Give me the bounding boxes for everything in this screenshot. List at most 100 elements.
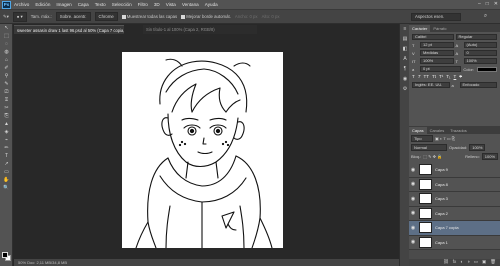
brush-tool-icon[interactable]: ✎ [0, 80, 13, 88]
gradient-tool-icon[interactable]: ⎘ [0, 112, 13, 120]
lasso-tool-icon[interactable]: ◌ [0, 40, 13, 48]
superscript-button[interactable]: T¹ [439, 74, 443, 79]
photoshop-logo: Ps [2, 0, 11, 9]
menu-texto[interactable]: Texto [95, 2, 106, 7]
baseline-field[interactable]: 0 pt [420, 66, 462, 72]
hand-tool-icon[interactable]: ✋ [0, 176, 13, 184]
new-group-icon[interactable]: ▭ [474, 259, 478, 266]
font-style-select[interactable]: Regular [455, 34, 497, 40]
tab-channels[interactable]: Canales [427, 127, 448, 134]
new-layer-icon[interactable]: ▣ [482, 259, 486, 266]
delete-layer-icon[interactable]: 🗑 [490, 259, 496, 266]
fill-field[interactable]: 100% [481, 153, 498, 160]
opacity-field[interactable]: 100% [469, 144, 486, 151]
history-brush-tool-icon[interactable]: ⍐ [0, 96, 13, 104]
underline-button[interactable]: T [454, 74, 457, 79]
visibility-eye-icon[interactable]: ◉ [409, 181, 417, 187]
lock-icons[interactable]: ⬚ ✎ ✥ 🔒 [423, 154, 442, 159]
layer-filter-select[interactable]: Tipo [411, 135, 433, 142]
layer-style-icon[interactable]: fx [453, 259, 457, 266]
search-icon[interactable]: ⌕ [481, 13, 490, 21]
stamp-tool-icon[interactable]: ⎚ [0, 88, 13, 96]
close-button[interactable]: ✕ [494, 1, 498, 7]
kerning-field[interactable]: Medidas [420, 50, 454, 56]
workspace-select[interactable]: Aspectos esen. [411, 13, 461, 21]
faux-italic-button[interactable]: T [418, 74, 421, 79]
strikethrough-button[interactable]: T [459, 74, 462, 79]
layer-name: Capa 3 [435, 196, 448, 202]
marquee-tool-icon[interactable]: ⬚ [0, 32, 13, 40]
tab-layers[interactable]: Capas [409, 127, 427, 134]
layer-row-selected[interactable]: ◉ Capa 7 copia [409, 221, 500, 236]
language-select[interactable]: Inglés: EE. UU. [412, 82, 450, 88]
sample-select[interactable]: Chrome [94, 12, 118, 21]
visibility-eye-icon[interactable]: ◉ [409, 167, 417, 173]
quick-selection-tool-icon[interactable]: ◍ [0, 48, 13, 56]
move-tool-icon[interactable]: ↖ [0, 24, 13, 32]
sample-all-checkbox[interactable]: Muestrear todas las capas [121, 14, 177, 19]
menu-3d[interactable]: 3D [154, 2, 160, 7]
layer-row[interactable]: ◉ Capa 3 [409, 192, 500, 207]
pen-tool-icon[interactable]: ⌁ [0, 136, 13, 144]
layer-mask-icon[interactable]: ◐ [460, 259, 463, 266]
dodge-tool-icon[interactable]: ◈ [0, 128, 13, 136]
eraser-tool-icon[interactable]: ✂ [0, 104, 13, 112]
tracking-field[interactable]: 0 [463, 50, 497, 56]
pencil-tool-icon[interactable]: ✏ [0, 144, 13, 152]
enhance-checkbox[interactable]: Mejorar borde automát. [181, 14, 231, 19]
visibility-eye-icon[interactable]: ◉ [409, 210, 417, 216]
adjustment-layer-icon[interactable]: ◑ [467, 259, 470, 266]
foreground-color-swatch[interactable] [2, 252, 8, 258]
small-caps-button[interactable]: Tt [432, 74, 436, 79]
healing-tool-icon[interactable]: ⚲ [0, 72, 13, 80]
filter-icons[interactable]: ▣ ◐ T ▭ ⎘ [435, 136, 455, 141]
layer-row[interactable]: ◉ Capa 2 [409, 206, 500, 221]
menu-seleccion[interactable]: Selección [112, 2, 132, 7]
tab-character[interactable]: Carácter [409, 25, 431, 32]
menu-ventana[interactable]: Ventana [182, 2, 199, 7]
menu-imagen[interactable]: Imagen [56, 2, 71, 7]
leading-field[interactable]: (Auto) [463, 42, 497, 48]
link-layers-icon[interactable]: ⛓ [443, 259, 449, 266]
brush-size-picker[interactable]: ● ▾ [12, 11, 27, 22]
blur-tool-icon[interactable]: ▲ [0, 120, 13, 128]
layer-row[interactable]: ◉ Capa 9 [409, 163, 500, 178]
horizontal-scale-field[interactable]: 100% [463, 58, 497, 64]
menu-filtro[interactable]: Filtro [138, 2, 148, 7]
document-canvas[interactable] [122, 52, 283, 249]
zoom-tool-icon[interactable]: 🔍 [0, 184, 13, 192]
tab-paths[interactable]: Trazados [447, 127, 470, 134]
all-caps-button[interactable]: TT [424, 74, 430, 79]
layer-row[interactable]: ◉ Capa 8 [409, 177, 500, 192]
menu-ayuda[interactable]: Ayuda [205, 2, 218, 7]
subscript-button[interactable]: T₁ [446, 74, 450, 79]
antialias-select[interactable]: Enfocado [459, 82, 497, 88]
menu-edicion[interactable]: Edición [35, 2, 50, 7]
text-color-row: Color: [463, 66, 497, 72]
visibility-eye-icon[interactable]: ◉ [409, 225, 417, 231]
maximize-button[interactable]: □ [486, 1, 489, 7]
path-selection-tool-icon[interactable]: ↗ [0, 160, 13, 168]
vertical-scale-field[interactable]: 100% [420, 58, 454, 64]
tool-preset-select[interactable]: Sobre. acentr. [55, 12, 91, 21]
tab-paragraph[interactable]: Párrafo [430, 25, 449, 32]
document-tab-inactive[interactable]: Sin título-1 al 100% (Capa 2, RGB/8) [143, 25, 257, 34]
layer-row[interactable]: ◉ Capa 1 [409, 235, 500, 250]
visibility-eye-icon[interactable]: ◉ [409, 196, 417, 202]
document-tab-active[interactable]: sweeter assasin draw 1 last 96.psd al 50… [14, 25, 124, 34]
menu-capa[interactable]: Capa [78, 2, 89, 7]
crop-tool-icon[interactable]: ⌂ [0, 56, 13, 64]
text-color-swatch[interactable] [477, 66, 497, 72]
quick-selection-tool-icon[interactable]: ✎▾ [3, 14, 9, 20]
minimize-button[interactable]: – [478, 1, 481, 7]
blend-mode-select[interactable]: Normal [411, 144, 447, 151]
menu-archivo[interactable]: Archivo [14, 2, 29, 7]
menu-vista[interactable]: Vista [166, 2, 176, 7]
shape-tool-icon[interactable]: ▭ [0, 168, 13, 176]
font-size-field[interactable]: 12 pt [420, 42, 454, 48]
visibility-eye-icon[interactable]: ◉ [409, 239, 417, 245]
eyedropper-tool-icon[interactable]: ✐ [0, 64, 13, 72]
faux-bold-button[interactable]: T [412, 74, 415, 79]
font-family-select[interactable]: Calibri [412, 34, 454, 40]
type-tool-icon[interactable]: T [0, 152, 13, 160]
